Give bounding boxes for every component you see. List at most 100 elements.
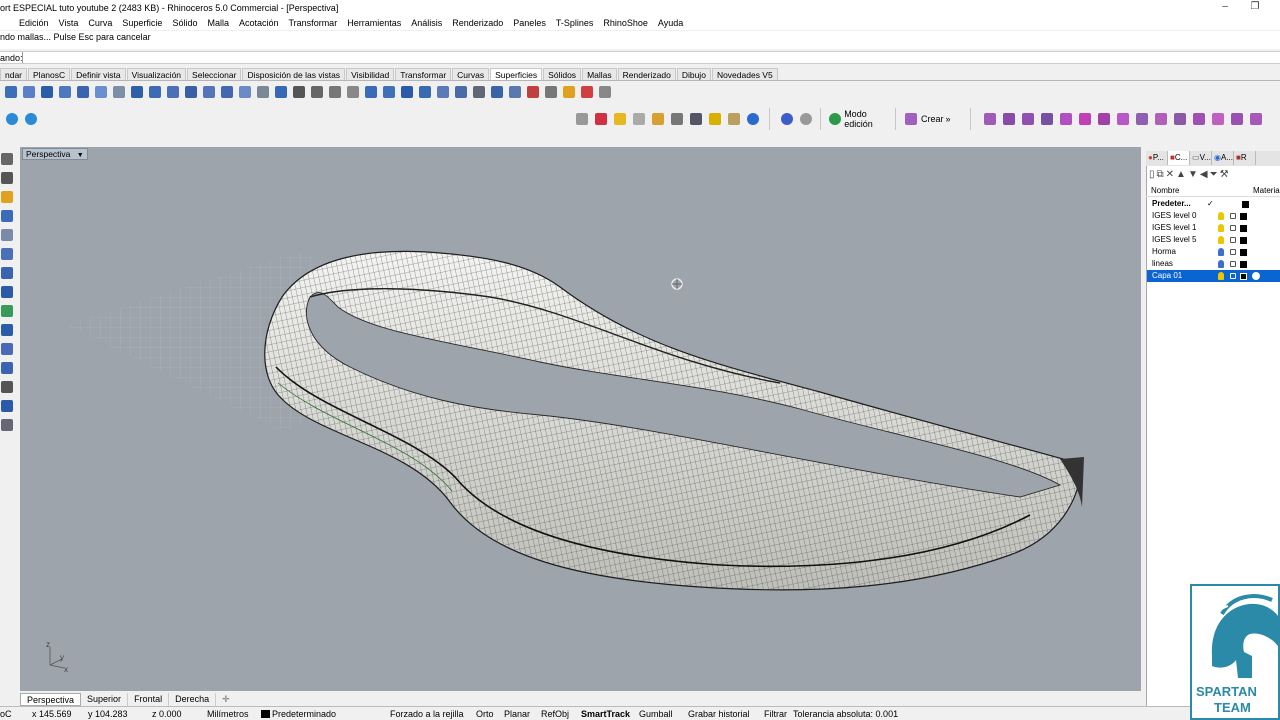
tspline-pot-icon[interactable] [725,111,742,127]
delete-layer-icon[interactable]: ✕ [1166,169,1174,180]
tab-definir-vista[interactable]: Definir vista [71,68,126,80]
layer-color-swatch[interactable] [1240,273,1247,280]
tool-c-icon[interactable] [1019,111,1036,127]
lock-icon[interactable] [1230,237,1236,243]
minimize-icon[interactable]: – [1218,1,1232,13]
layer-row[interactable]: IGES level 5 [1147,234,1280,246]
tool-a-icon[interactable] [981,111,998,127]
surface-chamfer-icon[interactable] [254,84,271,100]
tool-b-icon[interactable] [1000,111,1017,127]
left-tool-15-icon[interactable] [0,416,14,434]
heightfield-icon[interactable] [524,84,541,100]
viewport-menu-chevron-icon[interactable]: ▼ [77,152,84,159]
left-tool-6-icon[interactable] [0,245,14,263]
left-tool-1-icon[interactable] [0,150,14,168]
command-input[interactable] [22,52,1280,63]
menu-malla[interactable]: Malla [202,18,234,28]
menu-renderizado[interactable]: Renderizado [447,18,508,28]
restore-icon[interactable]: ❐ [1248,1,1262,13]
lightbulb-icon[interactable] [1218,212,1224,220]
surface-edge-icon[interactable] [20,84,37,100]
layer-color-swatch[interactable] [1240,237,1247,244]
lock-icon[interactable] [1230,249,1236,255]
surface-patch-icon[interactable] [182,84,199,100]
surface-fillet-icon[interactable] [218,84,235,100]
rainbow-icon[interactable] [560,84,577,100]
tool-g-icon[interactable] [1095,111,1112,127]
color-cube-icon[interactable] [578,84,595,100]
tspline-curve-2-icon[interactable] [630,111,647,127]
menu-ayuda[interactable]: Ayuda [653,18,688,28]
tab-frontal[interactable]: Frontal [128,692,170,706]
left-tool-8-icon[interactable] [0,283,14,301]
menu-paneles[interactable]: Paneles [508,18,551,28]
tool-m-icon[interactable] [1209,111,1226,127]
status-cplane[interactable]: oC [0,709,12,719]
status-gumball[interactable]: Gumball [639,709,673,719]
filter-icon[interactable]: ⏷ [1210,169,1218,180]
tab-superior[interactable]: Superior [81,692,129,706]
column-name[interactable]: Nombre [1151,186,1179,195]
menu-edicion[interactable]: Edición [14,18,54,28]
menu-tsplines[interactable]: T-Splines [551,18,599,28]
tab-novedades[interactable]: Novedades V5 [711,68,778,80]
untrim-icon[interactable] [380,84,397,100]
menu-herramientas[interactable]: Herramientas [342,18,406,28]
split-icon[interactable] [416,84,433,100]
shrink-icon[interactable] [398,84,415,100]
power-icon[interactable] [827,111,842,127]
create-button[interactable]: Crear [921,114,944,124]
surface-network-icon[interactable] [164,84,181,100]
layer-color-swatch[interactable] [1240,249,1247,256]
column-material[interactable]: Material [1253,186,1280,195]
cap-icon[interactable] [488,84,505,100]
rotate-view-2-icon[interactable] [22,111,39,127]
tab-curvas[interactable]: Curvas [452,68,490,80]
layer-row[interactable]: IGES level 0 [1147,210,1280,222]
surface-rail-revolve-icon[interactable] [146,84,163,100]
lock-icon[interactable] [1230,273,1236,279]
tool-o-icon[interactable] [1247,111,1264,127]
layer-color-swatch[interactable] [1240,225,1247,232]
left-tool-10-icon[interactable] [0,321,14,339]
surface-match-icon[interactable] [290,84,307,100]
left-tool-2-icon[interactable] [0,169,14,187]
tab-derecha[interactable]: Derecha [169,692,217,706]
tspline-hook-icon[interactable] [706,111,723,127]
status-filter[interactable]: Filtrar [764,709,787,719]
status-history[interactable]: Grabar historial [688,709,750,719]
more-button[interactable]: » [946,114,951,124]
tool-l-icon[interactable] [1190,111,1207,127]
tab-visibilidad[interactable]: Visibilidad [346,68,395,80]
surface-revolve-icon[interactable] [128,84,145,100]
tab-visualizacion[interactable]: Visualización [126,68,187,80]
lightbulb-icon[interactable] [1218,236,1224,244]
surface-extrude-icon[interactable] [56,84,73,100]
tab-solidos[interactable]: Sólidos [543,68,582,80]
tspline-curve-icon[interactable] [573,111,590,127]
panel-tab-layers[interactable]: ■C... [1168,151,1190,165]
lightbulb-icon[interactable] [1218,260,1224,268]
curve-tool-icon[interactable] [596,84,613,100]
tspline-box-icon[interactable] [687,111,704,127]
tab-renderizado[interactable]: Renderizado [617,68,676,80]
layer-row-selected[interactable]: Capa 01 [1147,270,1280,282]
tab-estandar[interactable]: ndar [0,68,28,80]
menu-vista[interactable]: Vista [54,18,84,28]
lock-icon[interactable] [1230,225,1236,231]
panel-tab-views[interactable]: ▭V... [1190,151,1212,165]
surface-sweep2-icon[interactable] [110,84,127,100]
tool-k-icon[interactable] [1171,111,1188,127]
tab-disposicion[interactable]: Disposición de las vistas [242,68,346,80]
help-icon[interactable] [744,111,761,127]
menu-analisis[interactable]: Análisis [406,18,447,28]
layer-color-swatch[interactable] [1240,213,1247,220]
sphere-sub-icon[interactable] [797,111,814,127]
lock-icon[interactable] [1230,261,1236,267]
layer-tools-icon[interactable]: ⚒ [1220,169,1229,180]
tab-dibujo[interactable]: Dibujo [676,68,711,80]
lock-icon[interactable] [1230,213,1236,219]
status-smarttrack[interactable]: SmartTrack [581,709,630,719]
material-icon[interactable] [1252,272,1260,280]
status-layer[interactable]: Predeterminado [272,709,336,719]
